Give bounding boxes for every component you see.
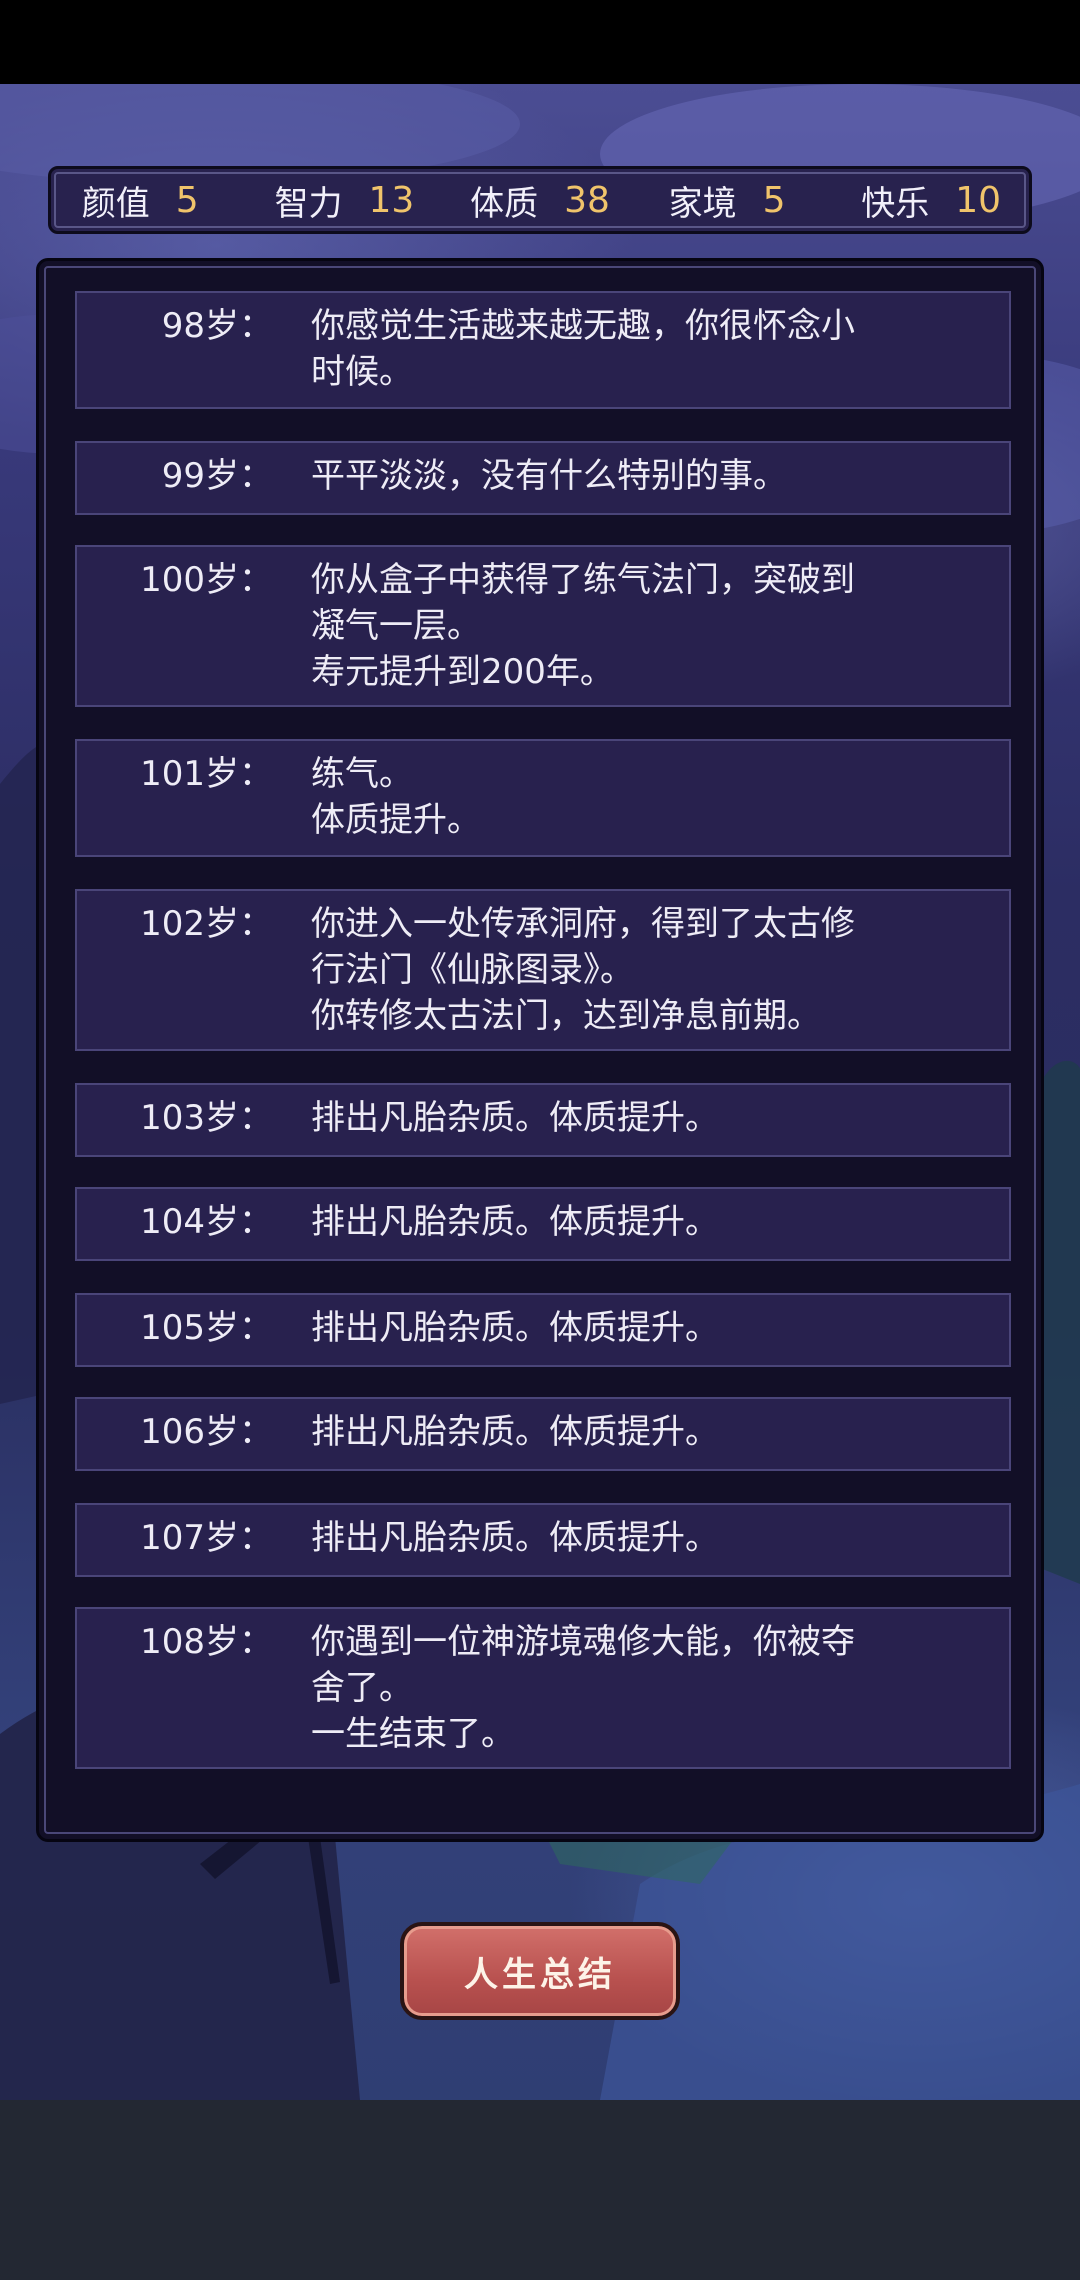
event-age: 101岁：: [140, 754, 273, 794]
stat-value: 5: [762, 179, 786, 221]
event-row: 101岁： 练气。 体质提升。: [75, 739, 1011, 857]
life-summary-button[interactable]: 人生总结: [400, 1922, 680, 2020]
event-age: 107岁：: [140, 1518, 273, 1558]
stat-family: 家境 5: [638, 169, 834, 231]
event-text: 你感觉生活越来越无趣，你很怀念小 时候。: [311, 306, 855, 392]
stat-value: 10: [955, 179, 1002, 221]
stat-value: 38: [564, 179, 610, 221]
event-row: 99岁： 平平淡淡，没有什么特别的事。: [75, 441, 1011, 515]
stat-label: 颜值: [81, 183, 150, 224]
event-row: 103岁： 排出凡胎杂质。体质提升。: [75, 1083, 1011, 1157]
stat-appearance: 颜值 5: [51, 169, 247, 231]
stat-label: 家境: [668, 183, 737, 224]
life-summary-label: 人生总结: [464, 1954, 616, 1995]
event-age: 102岁：: [140, 904, 273, 944]
stat-label: 体质: [470, 183, 539, 224]
event-text: 排出凡胎杂质。体质提升。: [311, 1412, 719, 1452]
stat-value: 5: [175, 179, 199, 221]
stat-intelligence: 智力 13: [247, 169, 443, 231]
event-age: 105岁：: [140, 1308, 273, 1348]
event-age: 108岁：: [140, 1622, 273, 1662]
life-events-panel[interactable]: 98岁： 你感觉生活越来越无趣，你很怀念小 时候。 99岁： 平平淡淡，没有什么…: [36, 258, 1044, 1842]
event-age: 103岁：: [140, 1098, 273, 1138]
event-row: 104岁： 排出凡胎杂质。体质提升。: [75, 1187, 1011, 1261]
event-row: 108岁： 你遇到一位神游境魂修大能，你被夺 舍了。 一生结束了。: [75, 1607, 1011, 1769]
navigation-bar: [0, 2100, 1080, 2280]
event-age: 106岁：: [140, 1412, 273, 1452]
stat-label: 快乐: [861, 183, 930, 224]
event-row: 98岁： 你感觉生活越来越无趣，你很怀念小 时候。: [75, 291, 1011, 409]
event-text: 排出凡胎杂质。体质提升。: [311, 1202, 719, 1242]
status-bar: [0, 0, 1080, 84]
stat-happiness: 快乐 10: [833, 169, 1029, 231]
event-age: 104岁：: [140, 1202, 273, 1242]
event-row: 102岁： 你进入一处传承洞府，得到了太古修 行法门《仙脉图录》。 你转修太古法…: [75, 889, 1011, 1051]
event-row: 106岁： 排出凡胎杂质。体质提升。: [75, 1397, 1011, 1471]
event-text: 你进入一处传承洞府，得到了太古修 行法门《仙脉图录》。 你转修太古法门，达到净息…: [311, 904, 855, 1036]
event-text: 平平淡淡，没有什么特别的事。: [311, 456, 787, 496]
event-age: 100岁：: [140, 560, 273, 600]
app-screen: 颜值 5 智力 13 体质 38 家境 5 快乐 10 98岁： 你感觉生活越来…: [0, 0, 1080, 2280]
event-text: 排出凡胎杂质。体质提升。: [311, 1308, 719, 1348]
event-text: 排出凡胎杂质。体质提升。: [311, 1098, 719, 1138]
event-text: 你从盒子中获得了练气法门，突破到 凝气一层。 寿元提升到200年。: [311, 560, 855, 692]
stat-value: 13: [368, 179, 415, 221]
stat-label: 智力: [274, 183, 343, 224]
event-text: 练气。 体质提升。: [311, 754, 481, 840]
event-text: 你遇到一位神游境魂修大能，你被夺 舍了。 一生结束了。: [311, 1622, 855, 1754]
event-age: 99岁：: [161, 456, 273, 496]
event-row: 100岁： 你从盒子中获得了练气法门，突破到 凝气一层。 寿元提升到200年。: [75, 545, 1011, 707]
event-age: 98岁：: [161, 306, 273, 346]
event-row: 105岁： 排出凡胎杂质。体质提升。: [75, 1293, 1011, 1367]
stats-bar: 颜值 5 智力 13 体质 38 家境 5 快乐 10: [48, 166, 1032, 234]
stat-constitution: 体质 38: [442, 169, 638, 231]
event-text: 排出凡胎杂质。体质提升。: [311, 1518, 719, 1558]
event-row: 107岁： 排出凡胎杂质。体质提升。: [75, 1503, 1011, 1577]
